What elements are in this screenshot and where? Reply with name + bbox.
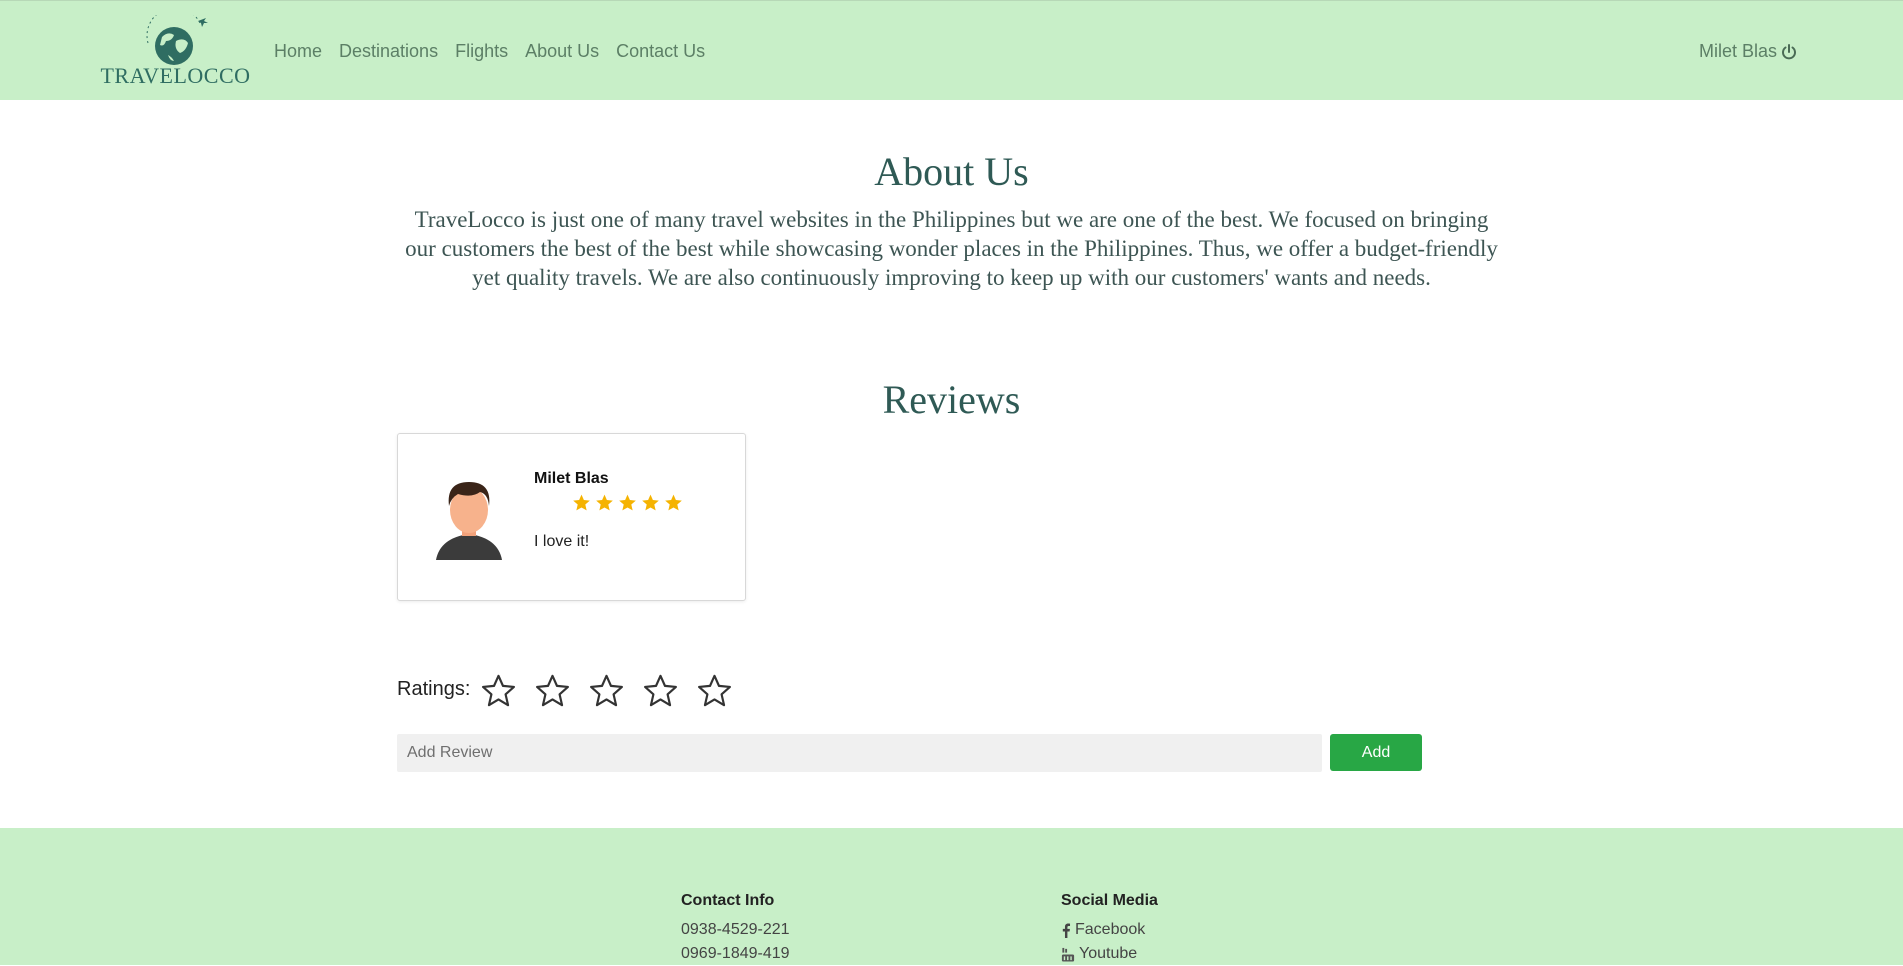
add-review-input[interactable] [397,734,1322,772]
facebook-icon [1062,922,1071,938]
add-review-button[interactable]: Add [1330,734,1422,771]
footer: Contact Info 0938-4529-221 0969-1849-419… [0,828,1903,965]
footer-social-media: Social Media Facebook Youtube [1061,892,1158,966]
reviewer-name: Milet Blas [534,470,609,487]
brand-logo[interactable]: TRAVELOCCO [98,15,253,88]
star-outline-icon[interactable] [696,672,733,709]
about-title: About Us [874,149,1029,194]
review-card: Milet Blas I love it! [397,433,746,601]
nav-flights[interactable]: Flights [455,41,508,62]
reviews-title: Reviews [882,377,1021,422]
star-filled-icon [596,494,613,511]
star-filled-icon [642,494,659,511]
social-media-heading: Social Media [1061,892,1158,909]
nav-about-us[interactable]: About Us [525,41,599,62]
footer-contact-info: Contact Info 0938-4529-221 0969-1849-419 [681,892,790,966]
star-outline-icon[interactable] [588,672,625,709]
contact-phone: 0938-4529-221 [681,921,790,938]
star-filled-icon [573,494,590,511]
contact-info-heading: Contact Info [681,892,775,909]
nav-contact-us[interactable]: Contact Us [616,41,705,62]
avatar [436,482,502,560]
about-description: TraveLocco is just one of many travel we… [405,207,1498,290]
nav-home[interactable]: Home [274,41,322,62]
nav-destinations[interactable]: Destinations [339,41,438,62]
contact-phone: 0969-1849-419 [681,945,790,962]
globe-plane-icon [146,15,208,65]
star-filled-icon [665,494,682,511]
youtube-icon [1061,947,1075,962]
youtube-link[interactable]: Youtube [1061,942,1158,966]
star-outline-icon[interactable] [534,672,571,709]
brand-name: TRAVELOCCO [100,63,251,88]
youtube-label: Youtube [1079,945,1138,962]
power-icon[interactable] [1781,43,1797,60]
star-filled-icon [619,494,636,511]
user-name: Milet Blas [1698,41,1777,61]
top-navbar: TRAVELOCCO Home Destinations Flights Abo… [0,0,1903,100]
facebook-label: Facebook [1075,921,1146,938]
user-menu[interactable]: Milet Blas [1699,41,1797,62]
main-nav: Home Destinations Flights About Us Conta… [274,41,705,62]
star-outline-icon[interactable] [642,672,679,709]
rating-star-input [480,672,733,709]
review-text: I love it! [534,533,590,550]
ratings-label: Ratings: [397,678,471,700]
star-outline-icon[interactable] [480,672,517,709]
review-star-rating [572,493,683,512]
facebook-link[interactable]: Facebook [1061,918,1158,942]
